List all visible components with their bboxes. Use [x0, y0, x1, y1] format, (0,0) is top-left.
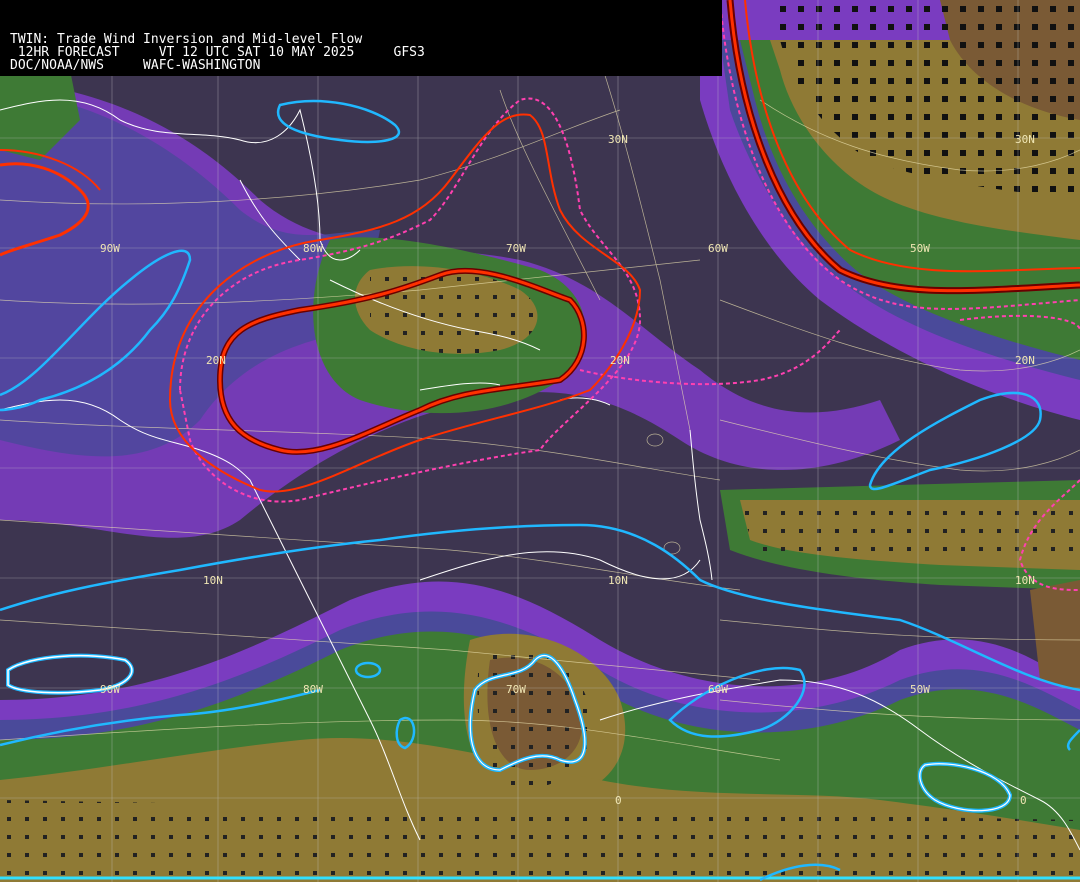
- lat-label-10n-west: 10N: [203, 574, 223, 587]
- lon-label-70w-south: 70W: [506, 683, 526, 696]
- lat-label-20n-west: 20N: [206, 354, 226, 367]
- lon-label-50w: 50W: [910, 242, 930, 255]
- lat-label-20n: 20N: [610, 354, 630, 367]
- lat-label-30n: 30N: [608, 133, 628, 146]
- lon-label-70w: 70W: [506, 242, 526, 255]
- lon-label-80w-south: 80W: [303, 683, 323, 696]
- twin-forecast-map: 30N 30N 20N 20N 20N 10N 10N 10N 0 0 90W …: [0, 0, 1080, 882]
- lat-label-20n-east: 20N: [1015, 354, 1035, 367]
- lat-label-30n-east: 30N: [1015, 133, 1035, 146]
- lon-label-90w: 90W: [100, 242, 120, 255]
- lon-label-60w: 60W: [708, 242, 728, 255]
- lat-label-0: 0: [615, 794, 622, 807]
- lat-label-10n-east: 10N: [1015, 574, 1035, 587]
- lon-label-90w-south: 90W: [100, 683, 120, 696]
- lon-label-80w: 80W: [303, 242, 323, 255]
- issuing-agency: DOC/NOAA/NWS WAFC-WASHINGTON: [10, 58, 261, 73]
- lat-label-10n: 10N: [608, 574, 628, 587]
- lon-label-50w-south: 50W: [910, 683, 930, 696]
- map-header: TWIN: Trade Wind Inversion and Mid-level…: [0, 0, 722, 76]
- lat-label-0-east: 0: [1020, 794, 1027, 807]
- lon-label-60w-south: 60W: [708, 683, 728, 696]
